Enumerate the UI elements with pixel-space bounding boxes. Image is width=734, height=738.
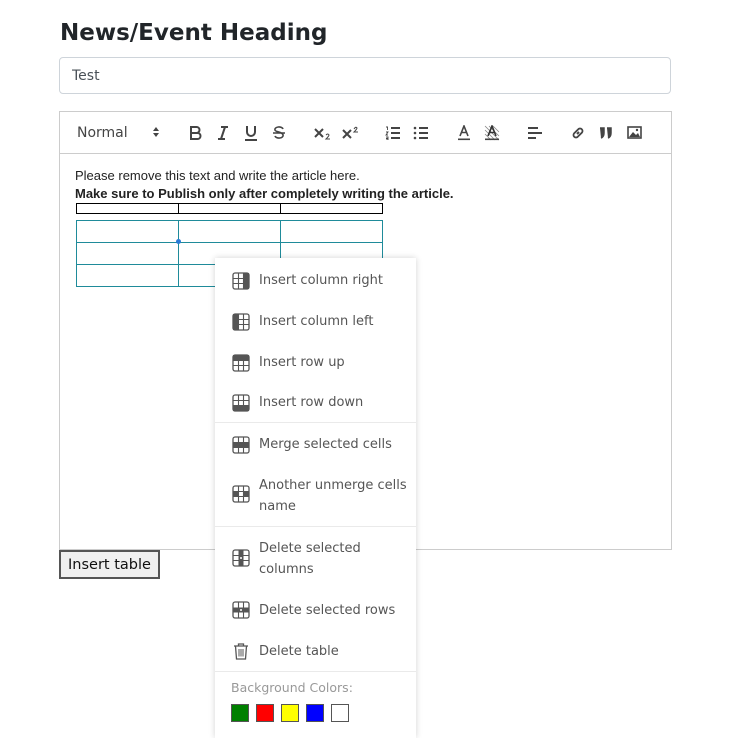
- table-cell[interactable]: [280, 220, 383, 243]
- trash-icon: [234, 643, 248, 660]
- menu-item-label: Another unmerge cells name: [259, 478, 407, 514]
- link-button[interactable]: [567, 112, 589, 153]
- table-cell[interactable]: [76, 203, 179, 214]
- menu-item-label: Insert row up: [259, 355, 345, 370]
- menu-divider: [215, 422, 416, 423]
- content-line-2: Make sure to Publish only after complete…: [75, 186, 454, 201]
- italic-button[interactable]: [213, 112, 233, 153]
- page-heading: News/Event Heading: [60, 20, 328, 46]
- menu-item-label: Insert column right: [259, 273, 383, 288]
- table-cell[interactable]: [178, 220, 281, 243]
- underline-icon: [245, 125, 257, 141]
- strike-button[interactable]: [269, 112, 289, 153]
- format-picker-label: Normal: [77, 125, 128, 141]
- menu-item-label: Insert column left: [259, 314, 374, 329]
- color-swatch-red[interactable]: [256, 704, 274, 722]
- image-button[interactable]: [623, 112, 645, 153]
- strikethrough-icon: [273, 125, 285, 139]
- underline-button[interactable]: [241, 112, 261, 153]
- insert-table-button[interactable]: Insert table: [59, 550, 160, 579]
- menu-unmerge-cells[interactable]: Another unmerge cells name: [215, 475, 416, 519]
- menu-insert-row-down[interactable]: Insert row down: [215, 392, 416, 414]
- delete-columns-icon: [232, 549, 250, 567]
- content-line-1: Please remove this text and write the ar…: [75, 168, 360, 183]
- table-cell[interactable]: [178, 203, 281, 214]
- editor-content[interactable]: Please remove this text and write the ar…: [75, 167, 454, 203]
- menu-delete-table[interactable]: Delete table: [215, 641, 416, 663]
- delete-rows-icon: [232, 601, 250, 619]
- menu-delete-rows[interactable]: Delete selected rows: [215, 600, 416, 622]
- blockquote-button[interactable]: [595, 112, 617, 153]
- format-picker[interactable]: Normal: [70, 112, 170, 153]
- color-swatch-blue[interactable]: [306, 704, 324, 722]
- merge-cells-icon: [232, 436, 250, 454]
- image-icon: [626, 126, 642, 139]
- menu-item-label: Delete selected rows: [259, 603, 396, 618]
- column-resize-handle[interactable]: [176, 239, 181, 244]
- bold-icon: [189, 125, 201, 140]
- italic-icon: [218, 125, 228, 140]
- background-colors-label: Background Colors:: [231, 680, 353, 695]
- color-swatch-yellow[interactable]: [281, 704, 299, 722]
- insert-row-down-icon: [232, 394, 250, 412]
- menu-item-label: Merge selected cells: [259, 437, 392, 452]
- ordered-list-icon: [385, 126, 400, 140]
- menu-merge-cells[interactable]: Merge selected cells: [215, 434, 416, 456]
- background-color-icon: [484, 124, 500, 140]
- heading-input[interactable]: [59, 57, 671, 94]
- bullet-list-button[interactable]: [410, 112, 432, 153]
- menu-item-label: Insert row down: [259, 395, 364, 410]
- color-swatch-green[interactable]: [231, 704, 249, 722]
- insert-column-right-icon: [232, 272, 250, 290]
- subscript-icon: [313, 127, 330, 139]
- insert-row-up-icon: [232, 354, 250, 372]
- text-color-button[interactable]: [453, 112, 475, 153]
- bold-button[interactable]: [185, 112, 205, 153]
- menu-divider: [215, 526, 416, 527]
- color-swatch-white[interactable]: [331, 704, 349, 722]
- editor-table-header[interactable]: [76, 203, 383, 214]
- link-icon: [572, 127, 584, 138]
- insert-column-left-icon: [232, 313, 250, 331]
- menu-insert-column-right[interactable]: Insert column right: [215, 270, 416, 292]
- superscript-button[interactable]: [339, 112, 361, 153]
- subscript-button[interactable]: [311, 112, 333, 153]
- unmerge-cells-icon: [232, 485, 250, 503]
- background-color-button[interactable]: [481, 112, 503, 153]
- table-cell[interactable]: [76, 264, 179, 287]
- align-button[interactable]: [524, 112, 546, 153]
- align-icon: [528, 126, 542, 139]
- table-cell[interactable]: [76, 220, 179, 243]
- menu-item-label: Delete table: [259, 644, 339, 659]
- table-context-menu: Insert column right Insert column left I…: [215, 258, 416, 738]
- menu-delete-columns[interactable]: Delete selected columns: [215, 538, 416, 582]
- editor-toolbar: Normal: [60, 112, 671, 154]
- menu-insert-column-left[interactable]: Insert column left: [215, 310, 416, 332]
- picker-arrows-icon: [153, 127, 159, 137]
- menu-insert-row-up[interactable]: Insert row up: [215, 351, 416, 373]
- table-cell[interactable]: [76, 242, 179, 265]
- ordered-list-button[interactable]: [382, 112, 404, 153]
- text-color-icon: [458, 124, 470, 140]
- bullet-list-icon: [413, 126, 428, 139]
- table-cell[interactable]: [280, 203, 383, 214]
- menu-divider: [215, 671, 416, 672]
- menu-item-label: Delete selected columns: [259, 541, 361, 577]
- blockquote-icon: [600, 126, 612, 139]
- superscript-icon: [341, 126, 358, 139]
